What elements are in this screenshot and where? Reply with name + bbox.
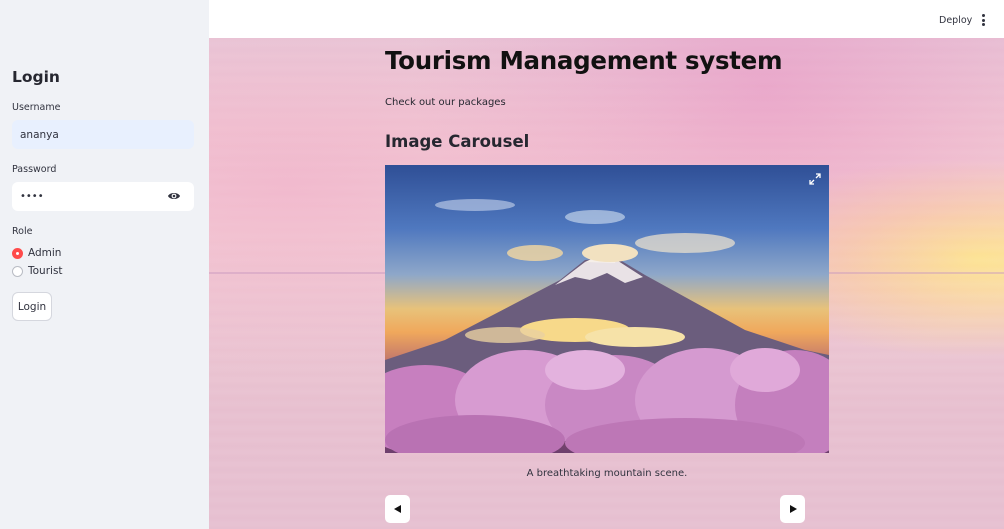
login-button[interactable]: Login (12, 292, 52, 321)
carousel-next-button[interactable] (780, 495, 805, 523)
fullscreen-expand-icon[interactable] (809, 173, 821, 185)
carousel-prev-button[interactable] (385, 495, 410, 523)
triangle-left-icon (393, 505, 401, 513)
triangle-right-icon (789, 505, 797, 513)
password-input[interactable]: •••• (12, 182, 194, 211)
role-option-label: Tourist (28, 265, 63, 277)
deploy-button[interactable]: Deploy (939, 15, 972, 26)
main-content: Tourism Management system Check out our … (209, 38, 1004, 529)
username-input[interactable]: ananya (12, 120, 194, 149)
app-header: Deploy (209, 0, 1004, 38)
mountain-scene-image (385, 199, 829, 453)
section-title: Image Carousel (385, 132, 530, 151)
role-option-label: Admin (28, 247, 62, 259)
carousel-image (385, 165, 829, 453)
page-subtitle: Check out our packages (385, 97, 506, 108)
login-title: Login (12, 68, 60, 86)
role-option-tourist[interactable]: Tourist (12, 265, 63, 277)
role-label: Role (12, 226, 33, 237)
radio-checked-icon[interactable] (12, 247, 23, 259)
radio-unchecked-icon[interactable] (12, 265, 23, 277)
eye-icon[interactable] (167, 190, 181, 202)
carousel-caption: A breathtaking mountain scene. (526, 468, 688, 479)
username-value: ananya (20, 128, 59, 141)
password-value: •••• (20, 191, 44, 202)
vertical-ellipsis-icon[interactable] (980, 14, 986, 26)
username-label: Username (12, 102, 61, 113)
sidebar: Login Username ananya Password •••• Role… (0, 0, 209, 529)
password-label: Password (12, 164, 57, 175)
role-option-admin[interactable]: Admin (12, 247, 61, 259)
page-title: Tourism Management system (385, 46, 783, 75)
